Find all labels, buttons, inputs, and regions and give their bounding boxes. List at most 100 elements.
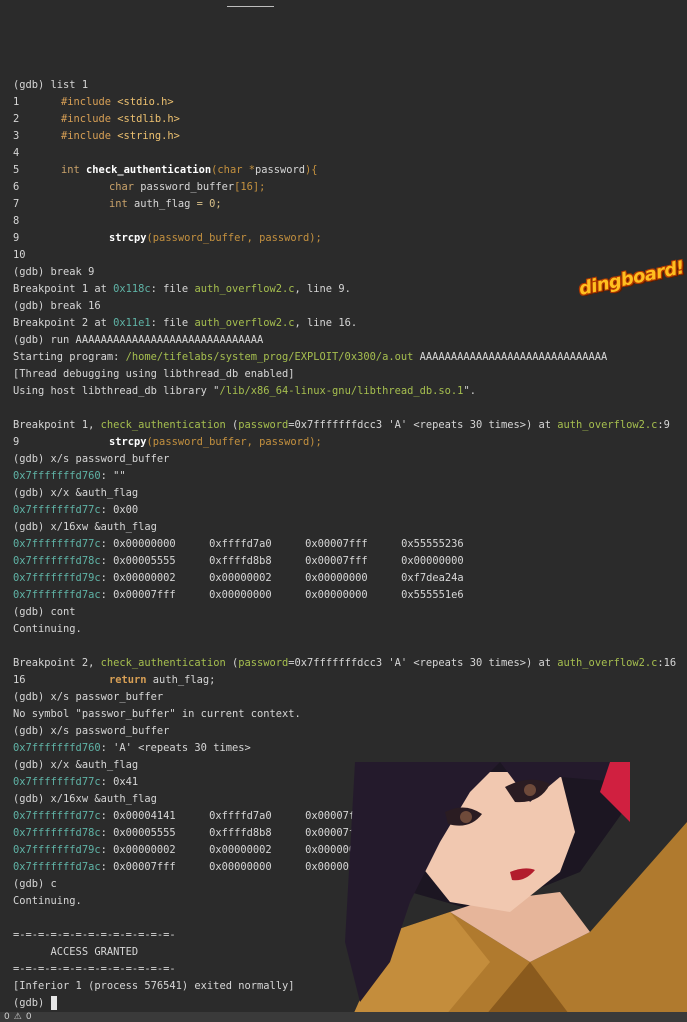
- memory-word: 0x00007fff: [305, 538, 368, 550]
- address: 0x7fffffffd77c: [13, 776, 101, 788]
- terminal-line: (gdb) break 16: [13, 300, 101, 312]
- terminal-line: Starting program: /home/tifelabs/system_…: [13, 349, 683, 366]
- line-number: 6: [13, 181, 20, 193]
- error-count: 0: [4, 1012, 10, 1022]
- line-number: 10: [13, 249, 26, 261]
- text: , line 16.: [294, 317, 358, 329]
- line-number: 4: [13, 147, 20, 159]
- terminal-line: (gdb) x/x &auth_flag: [13, 487, 139, 499]
- line-number: 8: [13, 215, 20, 227]
- function-name: check_authentication: [100, 657, 226, 669]
- address: 0x7fffffffd79c: [13, 572, 101, 584]
- text: : 'A' <repeats 30 times>: [100, 742, 251, 754]
- function-call: strcpy: [109, 232, 147, 244]
- source-line: 3 #include <string.h>: [13, 128, 683, 145]
- text: : file: [150, 317, 195, 329]
- memory-word: 0x00000002: [209, 844, 272, 856]
- include-path: <stdio.h>: [111, 96, 174, 108]
- text: Breakpoint 2,: [13, 657, 101, 669]
- address: 0x7fffffffd77c: [13, 810, 101, 822]
- keyword: #include: [61, 96, 112, 108]
- keyword: #include: [61, 130, 112, 142]
- terminal-line: (gdb) list 1: [13, 79, 89, 91]
- text-cursor: [50, 996, 57, 1010]
- memory-word: 0x00007fff: [305, 555, 368, 567]
- text: Breakpoint 1 at: [13, 283, 114, 295]
- terminal-line: 0x7fffffffd77c: 0x00: [13, 502, 683, 519]
- array-size: [16];: [234, 181, 266, 193]
- terminal-line: (gdb) x/s password_buffer: [13, 725, 170, 737]
- text: =0x7fffffffdcc3 'A' <repeats 30 times>) …: [288, 657, 558, 669]
- terminal-line: Breakpoint 2, check_authentication (pass…: [13, 655, 683, 672]
- line-number: 9: [13, 232, 20, 244]
- memory-word: 0x00000002: [209, 572, 272, 584]
- line-number: 1: [13, 96, 20, 108]
- top-divider: [227, 6, 274, 7]
- memory-row: 0x7fffffffd7ac: 0x00007fff 0x00000000 0x00…: [13, 587, 683, 604]
- keyword: return: [109, 674, 147, 686]
- memory-word: 0x00007fff: [113, 589, 176, 601]
- function-name: check_authentication: [100, 419, 226, 431]
- source-file: auth_overflow2.c: [194, 283, 295, 295]
- library-path: /lib/x86_64-linux-gnu/libthread_db.so.1: [219, 385, 464, 397]
- function-call: strcpy: [109, 436, 147, 448]
- address: 0x7fffffffd77c: [13, 504, 101, 516]
- text: ".: [463, 385, 476, 397]
- address: 0x7fffffffd77c: [13, 538, 101, 550]
- text: : "": [100, 470, 126, 482]
- memory-word: 0xffffd7a0: [209, 810, 272, 822]
- memory-word: 0x00000002: [113, 572, 176, 584]
- memory-word: 0x00004141: [113, 810, 176, 822]
- text: (: [225, 419, 239, 431]
- address: 0x7fffffffd79c: [13, 844, 101, 856]
- terminal-line: No symbol "passwor_buffer" in current co…: [13, 708, 301, 720]
- text: :16: [657, 657, 677, 669]
- variable-name: auth_flag: [127, 198, 197, 210]
- function-name: check_authentication: [86, 164, 212, 176]
- text: Using host libthread_db library ": [13, 385, 220, 397]
- terminal-line: (gdb) cont: [13, 606, 76, 618]
- text: Starting program:: [13, 351, 126, 363]
- memory-word: 0x00000002: [113, 844, 176, 856]
- line-number: 3: [13, 130, 20, 142]
- include-path: <stdlib.h>: [111, 113, 180, 125]
- line-number: 2: [13, 113, 20, 125]
- memory-word: 0x00007fff: [113, 861, 176, 873]
- terminal-line: (gdb) x/s password_buffer: [13, 453, 170, 465]
- status-bar[interactable]: 0 ⚠ 0: [0, 1012, 687, 1022]
- source-line: 4: [13, 145, 683, 162]
- memory-word: 0x00000000: [305, 572, 368, 584]
- terminal-line: 0x7fffffffd760: 'A' <repeats 30 times>: [13, 740, 683, 757]
- address: 0x7fffffffd78c: [13, 827, 101, 839]
- type-keyword: int: [61, 164, 80, 176]
- text: : 0x00: [100, 504, 139, 516]
- terminal-line: (gdb) run AAAAAAAAAAAAAAAAAAAAAAAAAAAAAA: [13, 334, 264, 346]
- text: AAAAAAAAAAAAAAAAAAAAAAAAAAAAAA: [413, 351, 608, 363]
- text: : file: [150, 283, 195, 295]
- include-path: <string.h>: [111, 130, 180, 142]
- terminal-line: Using host libthread_db library "/lib/x8…: [13, 383, 683, 400]
- memory-word: 0x00000000: [113, 538, 176, 550]
- param-name: password: [254, 164, 306, 176]
- param-type: (char *: [211, 164, 255, 176]
- source-line: 1 #include <stdio.h>: [13, 94, 683, 111]
- memory-word: 0xf7dea24a: [401, 572, 464, 584]
- variable-name: password_buffer: [134, 181, 235, 193]
- source-line: 7 int auth_flag = 0;: [13, 196, 683, 213]
- address: 0x7fffffffd760: [13, 470, 101, 482]
- anime-character-illustration: [345, 762, 687, 1022]
- memory-word: 0x55555236: [401, 538, 464, 550]
- source-line: 2 #include <stdlib.h>: [13, 111, 683, 128]
- memory-word: 0x555551e6: [401, 589, 464, 601]
- terminal-line: Breakpoint 1, check_authentication (pass…: [13, 417, 683, 434]
- text: Breakpoint 1,: [13, 419, 101, 431]
- punctuation: ){: [305, 164, 318, 176]
- line-number: 9: [13, 436, 20, 448]
- source-file: auth_overflow2.c: [557, 419, 658, 431]
- terminal-line: Continuing.: [13, 623, 82, 635]
- source-line: 5 int check_authentication(char *password…: [13, 162, 683, 179]
- memory-word: 0xffffd8b8: [209, 827, 272, 839]
- memory-word: 0xffffd7a0: [209, 538, 272, 550]
